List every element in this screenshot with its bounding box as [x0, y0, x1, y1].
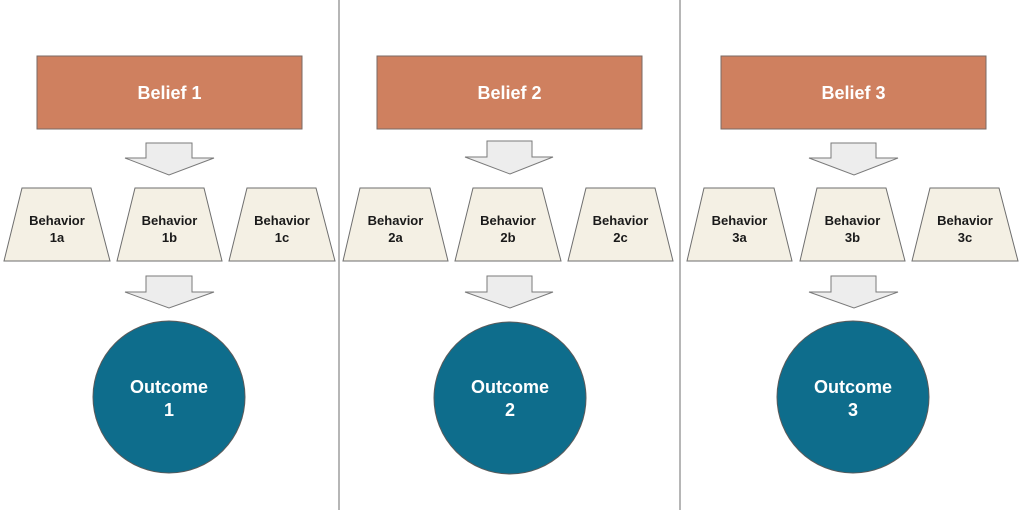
- belief-label: Belief 2: [477, 83, 541, 103]
- behavior-label: Behavior: [480, 213, 536, 228]
- behavior-id: 1c: [275, 230, 289, 245]
- outcome-circle[interactable]: Outcome 1: [92, 320, 246, 474]
- down-arrow-icon: [464, 275, 554, 309]
- outcome-id: 1: [164, 400, 174, 420]
- down-arrow-icon: [124, 275, 215, 309]
- behavior-id: 3b: [845, 230, 860, 245]
- column-2: Belief 2 Behavior 2a Behavior 2b Behavio…: [342, 55, 674, 475]
- behavior-box[interactable]: Behavior 3c: [911, 187, 1019, 262]
- behavior-box[interactable]: Behavior 2a: [342, 187, 449, 262]
- behavior-label: Behavior: [825, 213, 881, 228]
- behavior-id: 2a: [388, 230, 403, 245]
- behavior-label: Behavior: [29, 213, 85, 228]
- outcome-label: Outcome: [814, 377, 892, 397]
- down-arrow-icon: [808, 142, 899, 176]
- behavior-id: 3c: [958, 230, 972, 245]
- down-arrow-icon: [124, 142, 215, 176]
- behavior-label: Behavior: [937, 213, 993, 228]
- outcome-id: 2: [505, 400, 515, 420]
- behavior-label: Behavior: [368, 213, 424, 228]
- behavior-box[interactable]: Behavior 2b: [454, 187, 562, 262]
- behavior-box[interactable]: Behavior 1a: [3, 187, 111, 262]
- behavior-box[interactable]: Behavior 1c: [228, 187, 336, 262]
- outcome-circle[interactable]: Outcome 2: [433, 321, 587, 475]
- outcome-label: Outcome: [130, 377, 208, 397]
- behavior-id: 3a: [732, 230, 747, 245]
- behavior-box[interactable]: Behavior 3b: [799, 187, 906, 262]
- behavior-id: 1a: [50, 230, 65, 245]
- outcome-label: Outcome: [471, 377, 549, 397]
- belief-label: Belief 1: [137, 83, 201, 103]
- behavior-label: Behavior: [254, 213, 310, 228]
- behavior-label: Behavior: [712, 213, 768, 228]
- behavior-id: 1b: [162, 230, 177, 245]
- behavior-box[interactable]: Behavior 2c: [567, 187, 674, 262]
- belief-box[interactable]: Belief 2: [376, 55, 643, 130]
- outcome-circle[interactable]: Outcome 3: [776, 320, 930, 474]
- behavior-box[interactable]: Behavior 1b: [116, 187, 223, 262]
- column-3: Belief 3 Behavior 3a Behavior 3b Behavio…: [686, 55, 1019, 474]
- behavior-id: 2b: [500, 230, 515, 245]
- down-arrow-icon: [808, 275, 899, 309]
- belief-label: Belief 3: [821, 83, 885, 103]
- column-1: Belief 1 Behavior 1a Behavior 1b Behavio…: [3, 55, 336, 474]
- outcome-id: 3: [848, 400, 858, 420]
- behavior-label: Behavior: [593, 213, 649, 228]
- belief-box[interactable]: Belief 3: [720, 55, 987, 130]
- behavior-label: Behavior: [142, 213, 198, 228]
- behavior-box[interactable]: Behavior 3a: [686, 187, 793, 262]
- belief-box[interactable]: Belief 1: [36, 55, 303, 130]
- behavior-id: 2c: [613, 230, 627, 245]
- belief-behavior-outcome-diagram: Belief 1 Behavior 1a Behavior 1b Behavio…: [3, 0, 1019, 510]
- down-arrow-icon: [464, 140, 554, 175]
